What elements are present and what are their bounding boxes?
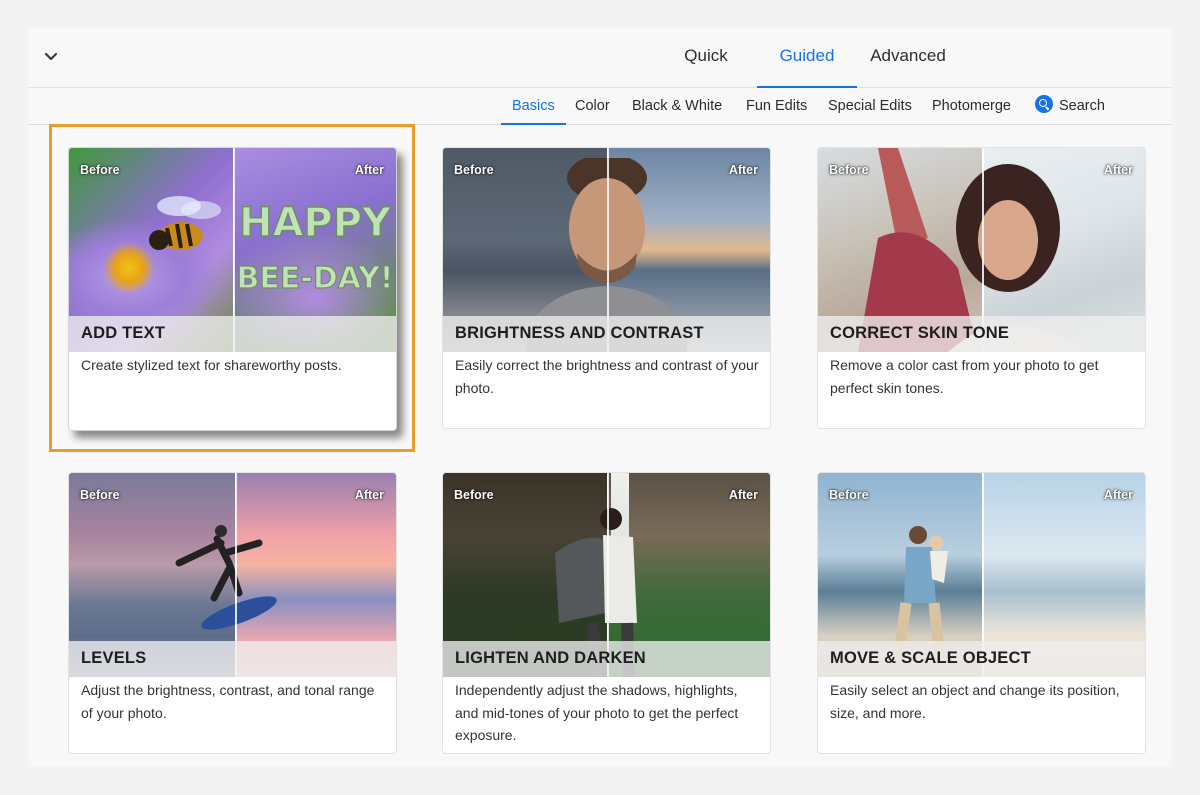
- card-brightness-contrast[interactable]: Before After BRIGHTNESS AND CONTRAST Eas…: [442, 147, 771, 429]
- card-title: MOVE & SCALE OBJECT: [830, 649, 1031, 667]
- guided-edit-panel: Quick Guided Advanced Basics Color Black…: [28, 28, 1172, 767]
- mode-bar: Quick Guided Advanced: [28, 28, 1172, 88]
- bee-illustration: [149, 196, 221, 250]
- after-label: After: [354, 488, 384, 502]
- collapse-button[interactable]: [36, 42, 66, 72]
- before-label: Before: [454, 163, 494, 177]
- before-label: Before: [454, 488, 494, 502]
- before-label: Before: [80, 163, 120, 177]
- card-description: Remove a color cast from your photo to g…: [830, 357, 1099, 396]
- before-label: Before: [829, 163, 869, 177]
- tab-color[interactable]: Color: [575, 88, 610, 124]
- tab-photomerge[interactable]: Photomerge: [932, 88, 1011, 124]
- search-icon: [1035, 95, 1053, 113]
- category-bar: Basics Color Black & White Fun Edits Spe…: [28, 88, 1172, 125]
- before-label: Before: [80, 488, 120, 502]
- after-label: After: [1103, 488, 1133, 502]
- card-description: Independently adjust the shadows, highli…: [455, 682, 739, 743]
- before-after-image: Before After: [443, 148, 770, 352]
- before-after-image: Before After: [818, 148, 1145, 352]
- search-button[interactable]: Search: [1035, 88, 1105, 124]
- tab-guided[interactable]: Guided: [757, 28, 857, 88]
- card-title: ADD TEXT: [81, 324, 166, 342]
- card-correct-skin-tone[interactable]: Before After CORRECT SKIN TONE Remove a …: [817, 147, 1146, 429]
- card-title: LIGHTEN AND DARKEN: [455, 649, 646, 667]
- card-levels[interactable]: Before After LEVELS Adjust the brightnes…: [68, 472, 397, 754]
- card-lighten-darken[interactable]: Before After LIGHTEN AND DARKEN Independ…: [442, 472, 771, 754]
- tab-quick[interactable]: Quick: [676, 28, 736, 87]
- card-description: Easily correct the brightness and contra…: [455, 357, 759, 396]
- chevron-down-icon: [44, 52, 58, 61]
- card-description: Adjust the brightness, contrast, and ton…: [81, 682, 375, 721]
- tab-special-edits[interactable]: Special Edits: [828, 88, 912, 124]
- after-label: After: [728, 488, 758, 502]
- after-text-line-1: HAPPY: [239, 200, 392, 246]
- before-after-image: Before After: [818, 473, 1145, 677]
- tab-basics[interactable]: Basics: [501, 88, 566, 125]
- tab-fun-edits[interactable]: Fun Edits: [746, 88, 807, 124]
- before-after-image: Before After: [443, 473, 770, 677]
- card-description: Easily select an object and change its p…: [830, 682, 1120, 721]
- card-move-scale-object[interactable]: Before After MOVE & SCALE OBJECT Easily …: [817, 472, 1146, 754]
- search-label: Search: [1059, 98, 1105, 114]
- card-title: BRIGHTNESS AND CONTRAST: [455, 324, 704, 342]
- after-label: After: [1103, 163, 1133, 177]
- before-after-image: Before After: [69, 473, 396, 677]
- card-description: Create stylized text for shareworthy pos…: [81, 357, 342, 373]
- card-title: CORRECT SKIN TONE: [830, 324, 1010, 342]
- card-title: LEVELS: [81, 649, 147, 667]
- after-label: After: [354, 163, 384, 177]
- before-after-image: HAPPY BEE-DAY! Before After: [69, 148, 396, 352]
- card-add-text[interactable]: HAPPY BEE-DAY! Before After ADD TEXT Cre…: [68, 147, 397, 431]
- before-label: Before: [829, 488, 869, 502]
- surfer-silhouette: [175, 525, 277, 630]
- after-label: After: [728, 163, 758, 177]
- happy-bee-day-art: HAPPY BEE-DAY!: [236, 199, 394, 296]
- tab-black-white[interactable]: Black & White: [632, 88, 722, 124]
- after-text-line-2: BEE-DAY!: [237, 261, 394, 296]
- tab-advanced[interactable]: Advanced: [866, 28, 950, 87]
